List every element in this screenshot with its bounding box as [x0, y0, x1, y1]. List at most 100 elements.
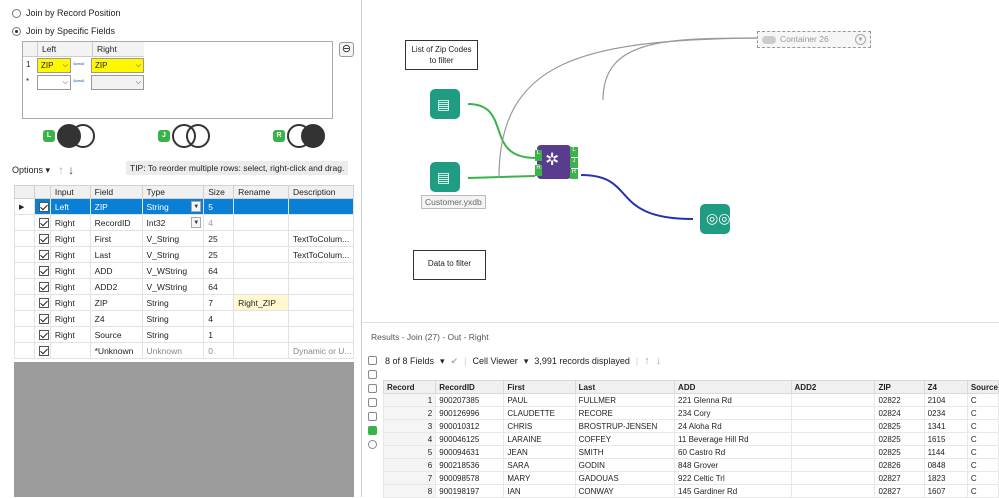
cell[interactable]: IAN: [503, 484, 576, 498]
table-row[interactable]: 2 900126996 CLAUDETTE RECORE 234 Cory 02824 02…: [382, 406, 999, 420]
col-z4[interactable]: Z4: [923, 380, 968, 394]
rename-cell[interactable]: [233, 246, 289, 263]
cell[interactable]: [790, 471, 876, 485]
cell[interactable]: C: [966, 458, 999, 472]
table-row[interactable]: 5 900094631 JEAN SMITH 60 Castro Rd 02825 1144…: [382, 445, 999, 459]
move-up-icon[interactable]: ↑: [58, 163, 64, 177]
anchor-r-in[interactable]: R: [535, 165, 542, 176]
cell[interactable]: FULLMER: [574, 393, 676, 407]
join-right-field-select[interactable]: ZIP ⌵: [91, 58, 144, 73]
table-row[interactable]: Right ADD2 V_WString 64: [14, 278, 355, 295]
col-add2[interactable]: ADD2: [790, 380, 876, 394]
include-checkbox[interactable]: [38, 313, 49, 324]
arrow-up-icon[interactable]: ↑: [644, 355, 650, 367]
description-cell[interactable]: [287, 214, 355, 231]
row-checkbox-cell[interactable]: [33, 294, 51, 311]
collapse-icon[interactable]: ▼: [855, 34, 866, 45]
cell[interactable]: RECORE: [574, 406, 676, 420]
col-add[interactable]: ADD: [674, 380, 792, 394]
table-row[interactable]: 7 900098578 MARY GADOUAS 922 Celtic Trl 02827…: [382, 471, 999, 485]
row-checkbox-cell[interactable]: [33, 262, 51, 279]
description-cell[interactable]: Dynamic or U...: [287, 342, 355, 359]
cell[interactable]: COFFEY: [574, 432, 676, 446]
description-cell[interactable]: TextToColum...: [287, 246, 355, 263]
cell[interactable]: CHRIS: [503, 419, 576, 433]
type-cell[interactable]: String: [141, 310, 205, 327]
table-row[interactable]: Right Last V_String 25 TextToColum...: [14, 246, 355, 263]
cell[interactable]: 02826: [874, 458, 925, 472]
type-cell[interactable]: Int32 ▼: [141, 214, 205, 231]
cell[interactable]: 900218536: [435, 458, 505, 472]
cell[interactable]: C: [966, 471, 999, 485]
col-zip[interactable]: ZIP: [874, 380, 925, 394]
cell[interactable]: C: [966, 445, 999, 459]
size-cell[interactable]: 4: [203, 310, 235, 327]
rename-cell[interactable]: [233, 326, 289, 343]
workflow-canvas[interactable]: List of Zip Codes to filter Container 26…: [363, 0, 999, 322]
cell[interactable]: BROSTRUP-JENSEN: [574, 419, 676, 433]
cell[interactable]: 145 Gardiner Rd: [674, 484, 792, 498]
include-checkbox[interactable]: [38, 217, 49, 228]
row-checkbox-cell[interactable]: [33, 246, 51, 263]
venn-join-output[interactable]: J: [158, 121, 210, 151]
table-row[interactable]: Right Z4 String 4: [14, 310, 355, 327]
join-tool[interactable]: ✲: [537, 145, 571, 179]
col-source[interactable]: Source: [966, 380, 999, 394]
anchor-r-out[interactable]: R: [570, 169, 578, 179]
cell[interactable]: [790, 419, 876, 433]
options-menu[interactable]: Options ▾: [12, 165, 50, 176]
cell[interactable]: C: [966, 419, 999, 433]
include-checkbox[interactable]: [38, 329, 49, 340]
cell[interactable]: 2104: [923, 393, 968, 407]
cell[interactable]: 1144: [923, 445, 968, 459]
cell[interactable]: C: [966, 393, 999, 407]
size-cell[interactable]: 25: [203, 230, 235, 247]
radio-position[interactable]: [12, 8, 21, 18]
description-cell[interactable]: [287, 310, 355, 327]
cell[interactable]: 848 Grover: [674, 458, 792, 472]
include-checkbox[interactable]: [38, 233, 49, 244]
description-cell[interactable]: [287, 326, 355, 343]
rename-cell[interactable]: [233, 262, 289, 279]
row-checkbox-cell[interactable]: [33, 278, 51, 295]
join-by-position-option[interactable]: Join by Record Position: [12, 8, 121, 18]
row-checkbox-cell[interactable]: [33, 230, 51, 247]
table-row[interactable]: Right Source String 1: [14, 326, 355, 343]
cell[interactable]: 02825: [874, 445, 925, 459]
cell[interactable]: [790, 393, 876, 407]
cell[interactable]: 900098578: [435, 471, 505, 485]
cell[interactable]: 02824: [874, 406, 925, 420]
move-down-icon[interactable]: ↓: [68, 163, 74, 177]
cell[interactable]: SMITH: [574, 445, 676, 459]
row-checkbox-cell[interactable]: [33, 326, 51, 343]
join-by-fields-option[interactable]: Join by Specific Fields: [12, 26, 115, 36]
cell[interactable]: 900207385: [435, 393, 505, 407]
description-cell[interactable]: [287, 278, 355, 295]
toggle-icon[interactable]: [762, 35, 776, 44]
cell[interactable]: LARAINE: [503, 432, 576, 446]
size-cell[interactable]: 5: [203, 198, 235, 215]
cell[interactable]: [790, 484, 876, 498]
cell[interactable]: CONWAY: [574, 484, 676, 498]
row-checkbox-cell[interactable]: [33, 214, 51, 231]
help-icon[interactable]: [367, 440, 377, 449]
chevron-down-icon[interactable]: ▼: [191, 217, 202, 228]
row-checkbox-cell[interactable]: [33, 342, 51, 359]
cell[interactable]: C: [966, 406, 999, 420]
fields-count[interactable]: 8 of 8 Fields: [385, 356, 434, 366]
cell[interactable]: 1607: [923, 484, 968, 498]
anchor-l-out[interactable]: L: [570, 147, 578, 157]
row-checkbox-cell[interactable]: [33, 310, 51, 327]
table-row[interactable]: 8 900198197 IAN CONWAY 145 Gardiner Rd 02827 1…: [382, 484, 999, 498]
rename-cell[interactable]: [233, 214, 289, 231]
col-last[interactable]: Last: [574, 380, 676, 394]
cell[interactable]: 11 Beverage Hill Rd: [674, 432, 792, 446]
cell[interactable]: SARA: [503, 458, 576, 472]
col-first[interactable]: First: [503, 380, 576, 394]
size-cell[interactable]: 64: [203, 278, 235, 295]
include-checkbox[interactable]: [38, 249, 49, 260]
cell[interactable]: 60 Castro Rd: [674, 445, 792, 459]
table-row[interactable]: 6 900218536 SARA GODIN 848 Grover 02826 0848 C: [382, 458, 999, 472]
include-checkbox[interactable]: [38, 345, 49, 356]
cell[interactable]: 0848: [923, 458, 968, 472]
